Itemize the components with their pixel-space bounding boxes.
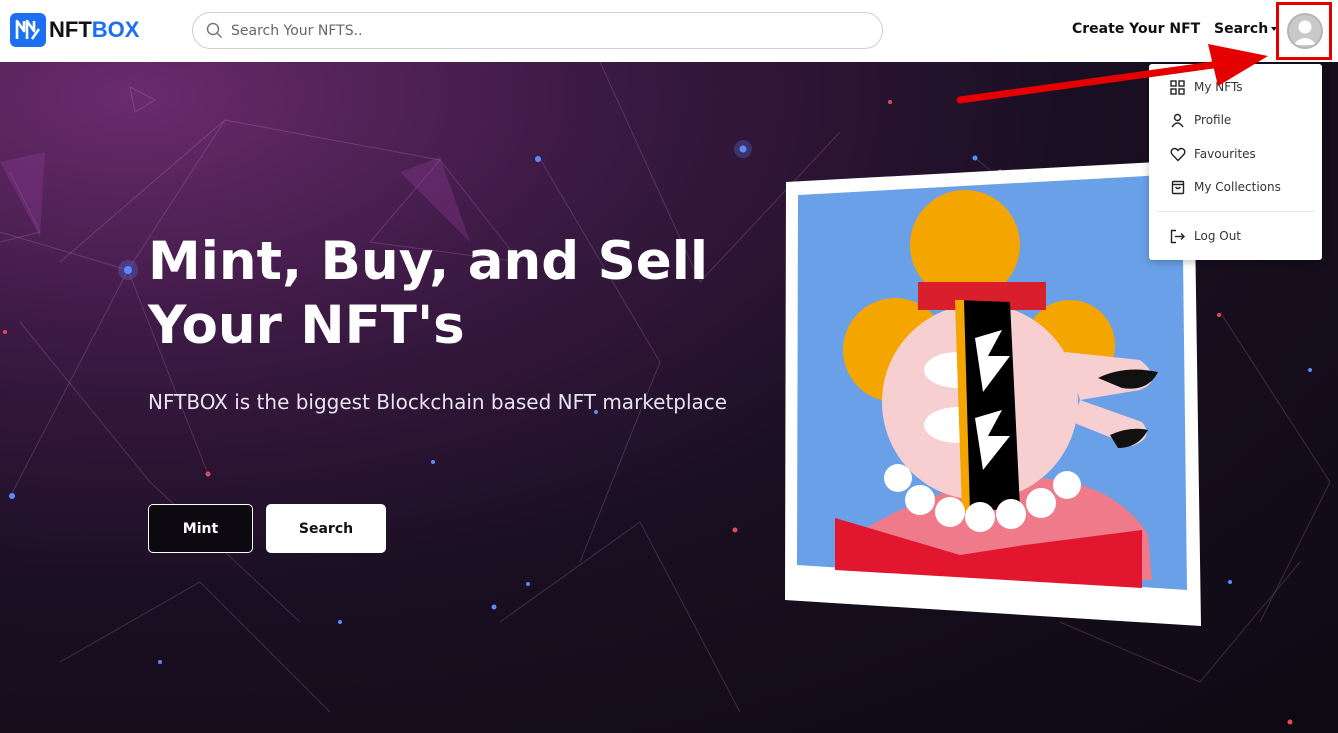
hero-title: Mint, Buy, and Sell Your NFT's	[148, 230, 788, 358]
menu-item-label: Log Out	[1194, 229, 1242, 243]
bag-icon	[1169, 179, 1186, 196]
hero-search-button[interactable]: Search	[266, 504, 386, 553]
menu-item-my-collections[interactable]: My Collections	[1149, 172, 1322, 202]
avatar-highlight-box	[1276, 2, 1332, 60]
logo[interactable]: NFTBOX	[10, 13, 139, 47]
mint-button[interactable]: Mint	[148, 504, 253, 553]
logo-icon	[10, 13, 46, 47]
menu-item-favourites[interactable]: Favourites	[1149, 139, 1322, 169]
logo-text: NFTBOX	[49, 17, 139, 43]
search-menu[interactable]: Search	[1214, 21, 1278, 37]
nft-artwork	[785, 160, 1201, 626]
create-nft-link[interactable]: Create Your NFT	[1072, 21, 1200, 37]
menu-item-log-out[interactable]: Log Out	[1149, 221, 1322, 251]
search-bar[interactable]	[192, 12, 883, 49]
logo-text-box: BOX	[91, 17, 140, 42]
search-input[interactable]	[231, 15, 851, 46]
hero-subtitle: NFTBOX is the biggest Blockchain based N…	[148, 390, 728, 414]
hero-section: Mint, Buy, and Sell Your NFT's NFTBOX is…	[0, 62, 1338, 733]
menu-item-label: Favourites	[1194, 147, 1256, 161]
heart-icon	[1169, 146, 1186, 163]
logo-text-nft: NFT	[49, 17, 92, 42]
hero-title-line2: Your NFT's	[148, 295, 465, 356]
search-menu-label: Search	[1214, 21, 1269, 37]
hero-title-line1: Mint, Buy, and Sell	[148, 231, 709, 292]
annotation-arrow-icon	[956, 44, 1268, 104]
menu-item-label: Profile	[1194, 113, 1232, 127]
menu-divider	[1157, 211, 1314, 212]
search-icon	[205, 22, 223, 40]
logout-icon	[1169, 228, 1186, 245]
user-icon	[1169, 112, 1186, 129]
menu-item-label: My Collections	[1194, 180, 1281, 194]
menu-item-profile[interactable]: Profile	[1149, 105, 1322, 135]
